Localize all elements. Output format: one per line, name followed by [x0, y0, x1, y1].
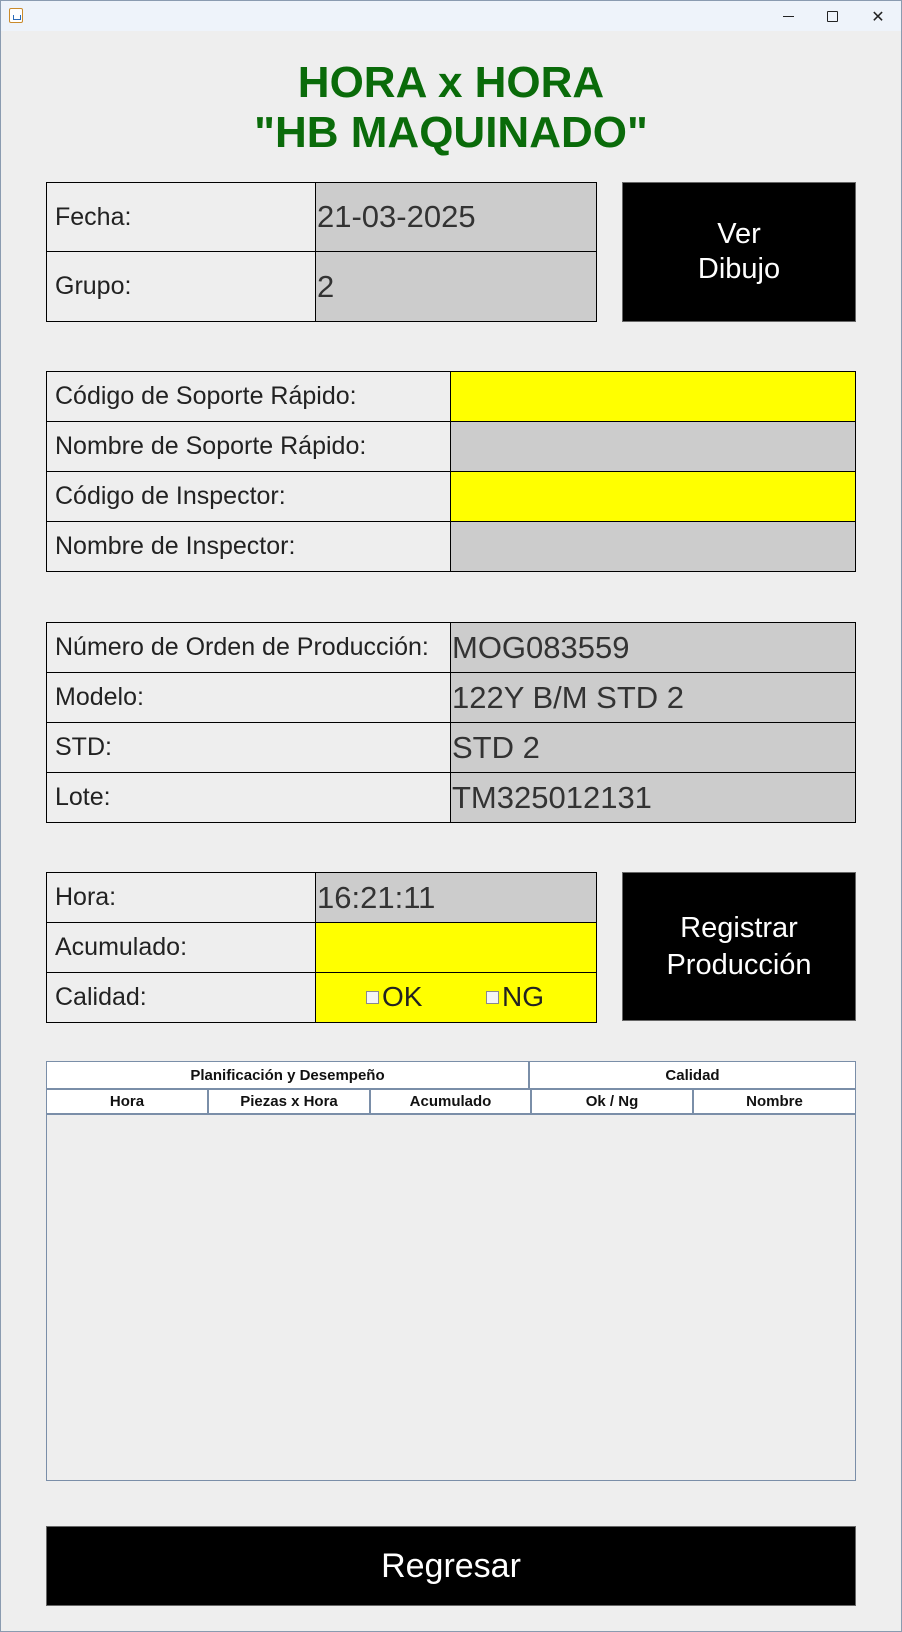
acumulado-input[interactable] — [315, 922, 597, 973]
modelo-field: 122Y B/M STD 2 — [450, 672, 856, 723]
ver-dibujo-label-line2: Dibujo — [697, 253, 781, 285]
nombre-soporte-field — [450, 421, 856, 472]
minimize-icon — [782, 15, 794, 17]
ver-dibujo-label-line1: Ver — [717, 218, 761, 250]
grupo-label: Grupo: — [46, 251, 316, 322]
production-table-body[interactable] — [46, 1114, 856, 1481]
column-header-piezas-x-hora[interactable]: Piezas x Hora — [208, 1089, 370, 1114]
close-icon: ✕ — [871, 6, 885, 26]
codigo-inspector-input[interactable] — [450, 471, 856, 522]
column-header-hora[interactable]: Hora — [46, 1089, 208, 1114]
title-bar: ✕ — [1, 1, 901, 31]
registrar-label-line1: Registrar — [680, 911, 798, 944]
hora-label: Hora: — [46, 872, 316, 923]
numero-orden-field: MOG083559 — [450, 622, 856, 673]
maximize-button[interactable] — [810, 1, 854, 31]
codigo-inspector-label: Código de Inspector: — [46, 471, 452, 522]
ok-label: OK — [382, 981, 423, 1012]
numero-orden-label: Número de Orden de Producción: — [46, 622, 452, 673]
lote-label: Lote: — [46, 772, 452, 823]
ok-checkbox[interactable]: OK — [366, 973, 422, 1021]
minimize-button[interactable] — [766, 1, 810, 31]
column-header-acumulado[interactable]: Acumulado — [370, 1089, 531, 1114]
nombre-inspector-label: Nombre de Inspector: — [46, 521, 452, 572]
table-group-header-calidad: Calidad — [529, 1061, 856, 1089]
fecha-field: 21-03-2025 — [315, 182, 597, 252]
fecha-label: Fecha: — [46, 182, 316, 252]
hora-field: 16:21:11 — [315, 872, 597, 923]
regresar-label: Regresar — [381, 1546, 521, 1585]
java-app-icon — [9, 8, 23, 23]
ng-label: NG — [502, 981, 544, 1012]
grupo-field: 2 — [315, 251, 597, 322]
calidad-options: OK NG — [315, 972, 597, 1023]
calidad-label: Calidad: — [46, 972, 316, 1023]
nombre-inspector-field — [450, 521, 856, 572]
ok-checkbox-box — [366, 990, 379, 1004]
std-field: STD 2 — [450, 722, 856, 773]
close-button[interactable]: ✕ — [856, 1, 900, 31]
table-group-header-planificacion: Planificación y Desempeño — [46, 1061, 529, 1089]
registrar-label-line2: Producción — [666, 948, 812, 981]
page-title-line2: "HB MAQUINADO" — [254, 108, 648, 157]
modelo-label: Modelo: — [46, 672, 452, 723]
codigo-soporte-label: Código de Soporte Rápido: — [46, 371, 452, 422]
ng-checkbox-box — [486, 990, 499, 1004]
maximize-icon — [826, 10, 838, 22]
lote-field: TM325012131 — [450, 772, 856, 823]
nombre-soporte-label: Nombre de Soporte Rápido: — [46, 421, 452, 472]
std-label: STD: — [46, 722, 452, 773]
acumulado-label: Acumulado: — [46, 922, 316, 973]
codigo-soporte-input[interactable] — [450, 371, 856, 422]
ver-dibujo-button[interactable]: Ver Dibujo — [622, 182, 856, 322]
column-header-ok-ng[interactable]: Ok / Ng — [531, 1089, 693, 1114]
page-title-line1: HORA x HORA — [297, 58, 605, 107]
ng-checkbox[interactable]: NG — [486, 973, 544, 1021]
regresar-button[interactable]: Regresar — [46, 1526, 856, 1606]
column-header-nombre[interactable]: Nombre — [693, 1089, 856, 1114]
registrar-produccion-button[interactable]: Registrar Producción — [622, 872, 856, 1021]
